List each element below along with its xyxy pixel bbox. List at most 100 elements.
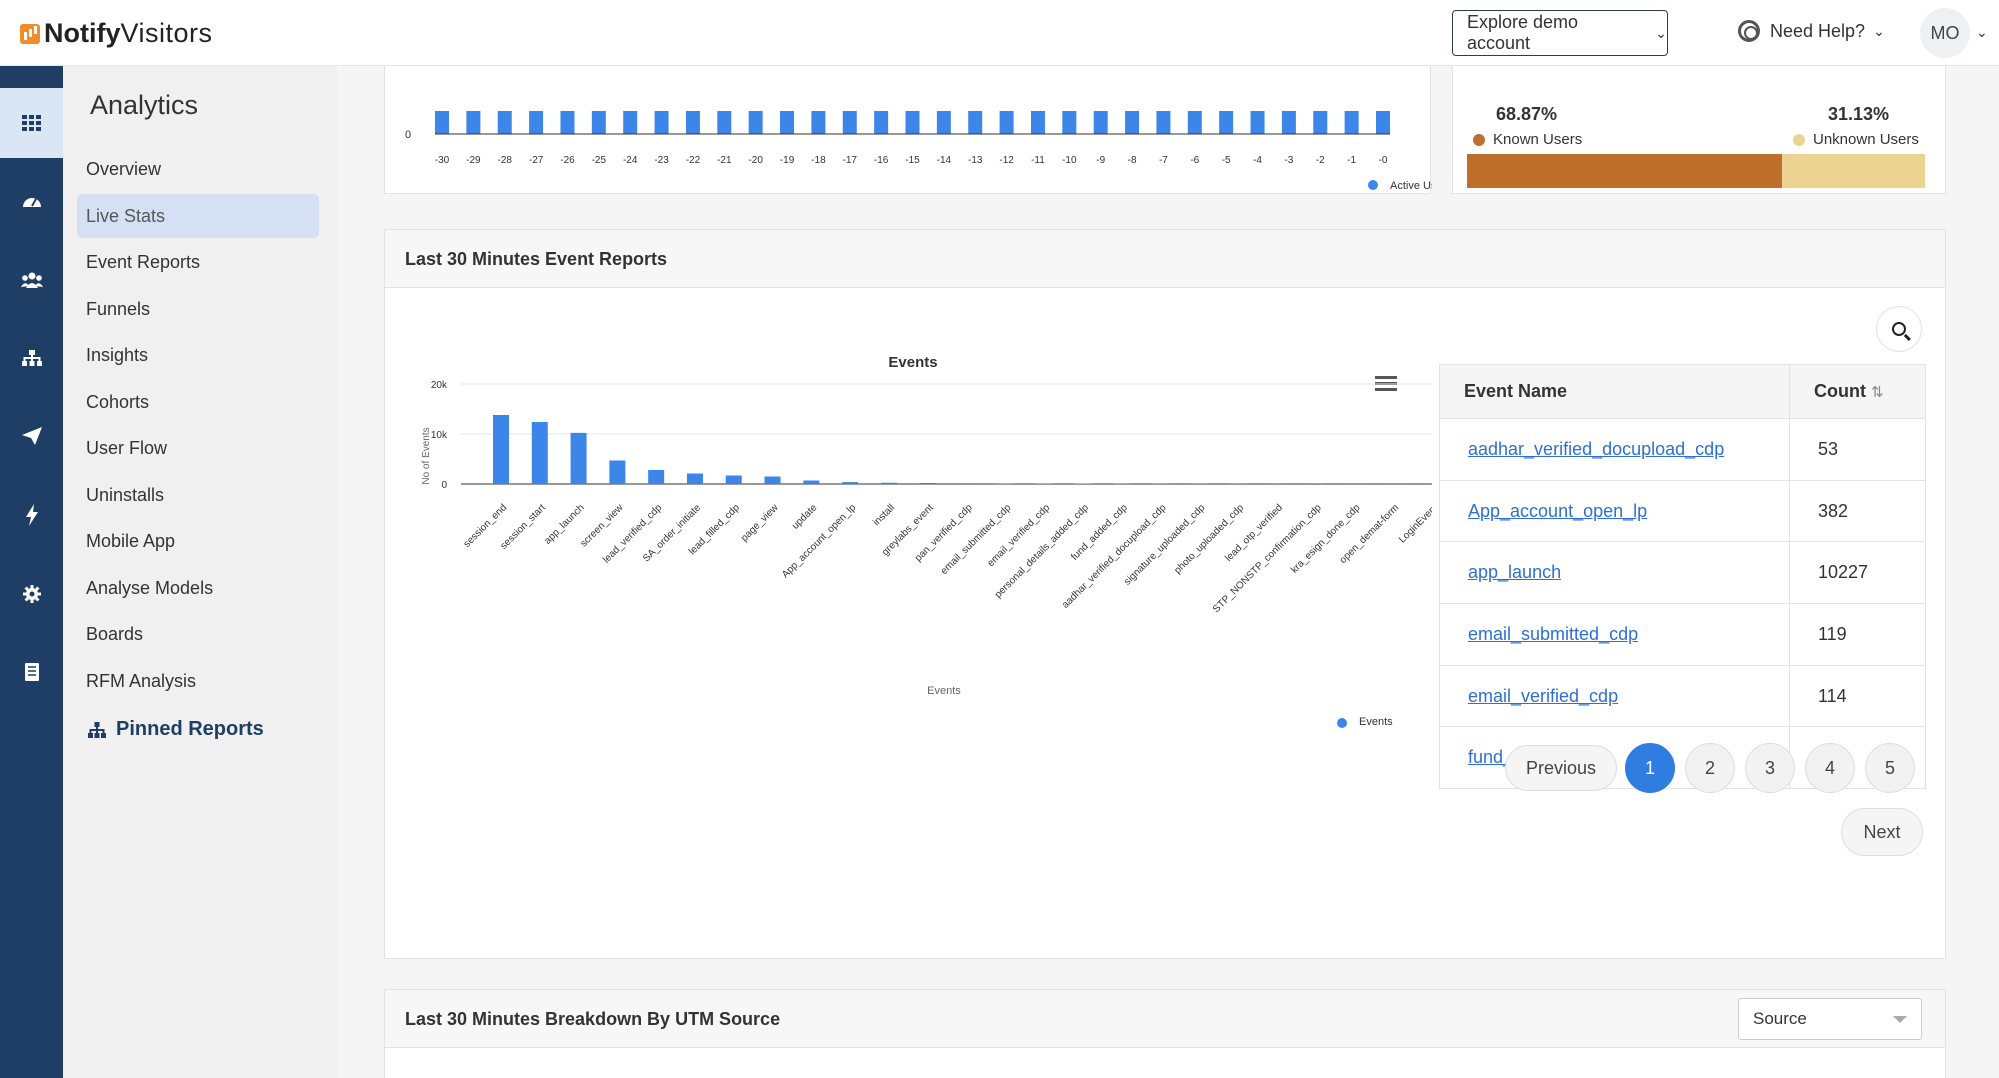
report-icon[interactable] xyxy=(0,637,63,707)
events-xtick-label: kra_esign_done_cdp xyxy=(1289,502,1363,576)
pagination-page-3[interactable]: 3 xyxy=(1745,743,1795,793)
active-users-xtick: -20 xyxy=(748,155,763,166)
event-name-link[interactable]: app_launch xyxy=(1468,562,1561,582)
active-users-bar xyxy=(529,111,544,134)
unknown-users-label: Unknown Users xyxy=(1813,131,1919,148)
active-users-xtick: -18 xyxy=(811,155,826,166)
hierarchy-icon xyxy=(88,721,106,738)
known-users-dot xyxy=(1473,133,1485,146)
active-users-xtick: -24 xyxy=(623,155,638,166)
unknown-users-dot xyxy=(1793,133,1805,146)
events-xtick-label: LoginEvent xyxy=(1397,502,1432,545)
events-chart: Events 010k20k No of Events session_ends… xyxy=(421,354,1432,728)
pagination-page-5[interactable]: 5 xyxy=(1865,743,1915,793)
active-users-xtick: -1 xyxy=(1347,155,1356,166)
events-xtick-label: App_account_open_lp xyxy=(780,502,858,580)
chevron-down-icon: ⌄ xyxy=(1873,22,1885,39)
pagination-page-1[interactable]: 1 xyxy=(1625,743,1675,793)
nav-boards[interactable]: Boards xyxy=(77,612,319,656)
nav-cohorts[interactable]: Cohorts xyxy=(77,380,319,424)
events-y-axis-label: No of Events xyxy=(421,427,432,484)
event-name-link[interactable]: App_account_open_lp xyxy=(1468,501,1647,521)
nav-overview[interactable]: Overview xyxy=(77,147,319,191)
event-name-link[interactable]: email_submitted_cdp xyxy=(1468,624,1638,644)
send-icon[interactable] xyxy=(0,401,63,471)
column-header-count[interactable]: Count ⇅ xyxy=(1789,364,1926,419)
table-row: app_launch 10227 xyxy=(1439,541,1926,605)
active-users-bar xyxy=(905,111,920,134)
chevron-down-icon: ⌄ xyxy=(1655,24,1667,41)
bolt-icon[interactable] xyxy=(0,480,63,550)
active-users-xtick: -19 xyxy=(780,155,795,166)
users-icon[interactable] xyxy=(0,245,63,315)
user-split-bar xyxy=(1467,154,1925,188)
nav-uninstalls[interactable]: Uninstalls xyxy=(77,473,319,517)
events-bar xyxy=(648,470,665,484)
active-users-xtick: -14 xyxy=(937,155,952,166)
pagination-previous-button[interactable]: Previous xyxy=(1505,745,1617,791)
active-users-xtick: -23 xyxy=(654,155,669,166)
active-users-bar xyxy=(968,111,983,134)
active-users-xtick: -28 xyxy=(498,155,513,166)
active-users-card: 0 -30 -29 -28 -27 -26 -25 -24 -23 -22 -21 -20 -19 -1… xyxy=(384,66,1452,194)
pagination-next-button[interactable]: Next xyxy=(1841,808,1923,856)
search-icon xyxy=(1892,322,1906,336)
logo-text-part2: Visitors xyxy=(120,18,213,48)
column-header-event-name[interactable]: Event Name xyxy=(1439,364,1790,419)
explore-demo-button[interactable]: Explore demo account ⌄ xyxy=(1452,10,1668,56)
active-users-bar xyxy=(560,111,575,134)
nav-rfm-analysis[interactable]: RFM Analysis xyxy=(77,659,319,703)
hierarchy-icon[interactable] xyxy=(0,323,63,393)
events-xtick-label: update xyxy=(790,502,820,532)
event-count: 114 xyxy=(1789,664,1926,728)
pagination-page-4[interactable]: 4 xyxy=(1805,743,1855,793)
active-users-ytick: 0 xyxy=(405,129,411,141)
gear-icon[interactable] xyxy=(0,559,63,629)
active-users-xtick: -9 xyxy=(1096,155,1105,166)
nav-insights[interactable]: Insights xyxy=(77,333,319,377)
dashboard-icon[interactable] xyxy=(0,166,63,236)
brand-logo[interactable]: Notify Visitors xyxy=(20,18,213,49)
nav-funnels[interactable]: Funnels xyxy=(77,287,319,331)
table-row: email_verified_cdp 114 xyxy=(1439,664,1926,728)
sort-icon: ⇅ xyxy=(1871,384,1884,401)
event-name-link[interactable]: email_verified_cdp xyxy=(1468,686,1618,706)
nav-user-flow[interactable]: User Flow xyxy=(77,426,319,470)
event-reports-title: Last 30 Minutes Event Reports xyxy=(385,230,1945,288)
events-bar xyxy=(880,482,897,484)
nav-live-stats[interactable]: Live Stats xyxy=(77,194,319,238)
event-count: 53 xyxy=(1789,418,1926,481)
known-users-percent: 68.87% xyxy=(1496,104,1558,124)
active-users-bar xyxy=(842,111,857,134)
pinned-reports-link[interactable]: Pinned Reports xyxy=(88,718,264,741)
active-users-legend-marker xyxy=(1368,180,1378,190)
event-name-link[interactable]: aadhar_verified_docupload_cdp xyxy=(1468,439,1724,459)
search-button[interactable] xyxy=(1876,306,1922,352)
grid-icon[interactable] xyxy=(0,88,63,158)
events-xtick-label: photo_uploaded_cdp xyxy=(1172,502,1246,576)
table-header-row: Event Name Count ⇅ xyxy=(1439,364,1926,419)
known-users-label: Known Users xyxy=(1493,131,1583,148)
need-help-menu[interactable]: Need Help? ⌄ xyxy=(1738,20,1885,42)
caret-down-icon xyxy=(1893,1016,1907,1023)
active-users-xtick: -16 xyxy=(874,155,889,166)
events-bar xyxy=(493,415,509,484)
events-bar xyxy=(531,422,548,484)
active-users-bar xyxy=(717,111,732,134)
table-row: App_account_open_lp 382 xyxy=(1439,479,1926,543)
utm-source-select[interactable]: Source xyxy=(1738,998,1922,1040)
nav-event-reports[interactable]: Event Reports xyxy=(77,240,319,284)
events-ytick: 10k xyxy=(431,430,448,441)
logo-icon xyxy=(20,23,40,44)
events-xtick-label: email_submitted_cdp xyxy=(939,502,1014,577)
active-users-bar xyxy=(685,111,700,134)
nav-mobile-app[interactable]: Mobile App xyxy=(77,519,319,563)
active-users-chart: 0 -30 -29 -28 -27 -26 -25 -24 -23 -22 -21 -20 -19 -1… xyxy=(405,111,1452,192)
events-bar xyxy=(609,460,626,484)
pagination-page-2[interactable]: 2 xyxy=(1685,743,1735,793)
active-users-bar xyxy=(1281,111,1296,134)
user-avatar[interactable]: MO xyxy=(1920,8,1970,58)
nav-analyse-models[interactable]: Analyse Models xyxy=(77,566,319,610)
chevron-down-icon[interactable]: ⌄ xyxy=(1976,24,1988,41)
active-users-xtick: -22 xyxy=(686,155,701,166)
